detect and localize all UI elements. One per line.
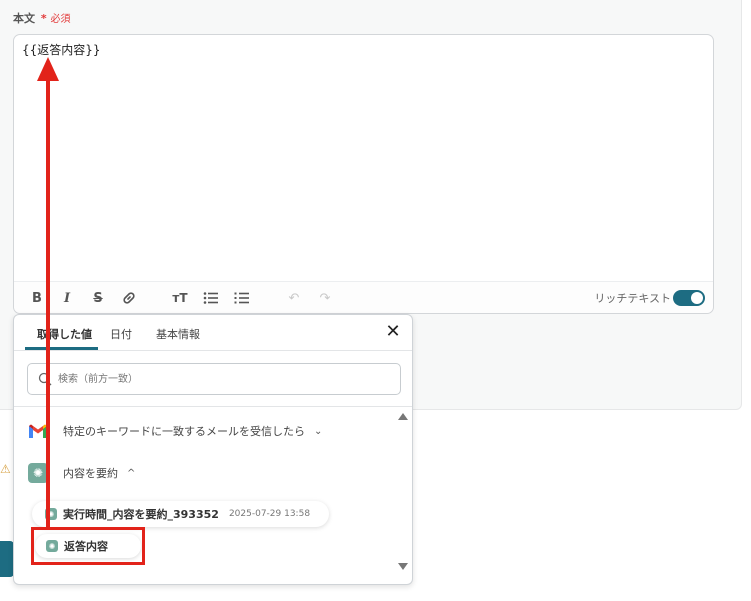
search-input[interactable] [58, 370, 388, 388]
editor-content[interactable]: {{返答内容}} [22, 41, 101, 58]
trigger-label: 特定のキーワードに一致するメールを受信したら [63, 425, 305, 438]
search-box[interactable] [27, 363, 401, 395]
text-size-icon[interactable]: тT [171, 289, 189, 307]
editor-toolbar: B I S тT ↶ ↷ リッチテキスト [14, 281, 713, 313]
tree-node-operation[interactable]: ✺ 内容を要約 ^ [28, 462, 135, 484]
background-warning-icon: ⚠ [0, 462, 11, 476]
tab-date[interactable]: 日付 [110, 326, 132, 342]
operation-label: 内容を要約 [63, 467, 118, 480]
required-text: 必須 [50, 14, 71, 25]
list-divider [14, 406, 412, 407]
search-icon [38, 372, 52, 386]
toggle-knob [691, 292, 703, 304]
active-tab-indicator [25, 347, 98, 350]
value-label: 返答内容 [64, 540, 108, 553]
value-picker-popup: 取得した値 日付 基本情報 ✕ 特定のキーワードに一致するメールを受信したら ⌄… [13, 314, 413, 585]
required-mark: * [40, 12, 47, 25]
step-name: 実行時間_内容を要約_393352 [63, 508, 219, 521]
rich-text-toggle[interactable] [673, 290, 705, 306]
bold-icon[interactable]: B [28, 289, 46, 307]
bullet-list-icon[interactable] [202, 289, 220, 307]
italic-icon[interactable]: I [58, 289, 76, 307]
tab-acquired-values[interactable]: 取得した値 [37, 326, 92, 342]
background-submit-button[interactable] [0, 541, 14, 577]
gmail-icon [28, 421, 48, 441]
close-icon[interactable]: ✕ [384, 323, 402, 341]
rich-text-label: リッチテキスト [594, 292, 671, 305]
scroll-up-arrow[interactable] [398, 413, 408, 420]
numbered-list-icon[interactable] [233, 289, 251, 307]
chatgpt-icon: ✺ [28, 463, 48, 483]
redo-icon[interactable]: ↷ [316, 289, 334, 307]
step-timestamp: 2025-07-29 13:58 [228, 509, 311, 519]
strikethrough-icon[interactable]: S [89, 289, 107, 307]
link-icon[interactable] [120, 289, 138, 307]
chevron-up-icon: ^ [127, 467, 136, 479]
scroll-down-arrow[interactable] [398, 563, 408, 570]
popup-tabs: 取得した値 日付 基本情報 ✕ [14, 315, 412, 351]
chevron-down-icon: ⌄ [314, 425, 323, 437]
value-item-response[interactable]: ✺ 返答内容 [35, 534, 141, 558]
field-label: 本文 * 必須 [13, 10, 70, 26]
tab-basic-info[interactable]: 基本情報 [156, 326, 200, 342]
chatgpt-small-icon: ✺ [45, 508, 57, 520]
field-label-text: 本文 [13, 12, 35, 25]
tree-node-trigger[interactable]: 特定のキーワードに一致するメールを受信したら ⌄ [28, 420, 322, 442]
step-output-item[interactable]: ✺ 実行時間_内容を要約_393352 2025-07-29 13:58 [32, 501, 329, 527]
undo-icon[interactable]: ↶ [285, 289, 303, 307]
body-editor[interactable]: {{返答内容}} B I S тT ↶ ↷ リッチテキスト [13, 34, 714, 314]
chatgpt-small-icon: ✺ [46, 540, 58, 552]
